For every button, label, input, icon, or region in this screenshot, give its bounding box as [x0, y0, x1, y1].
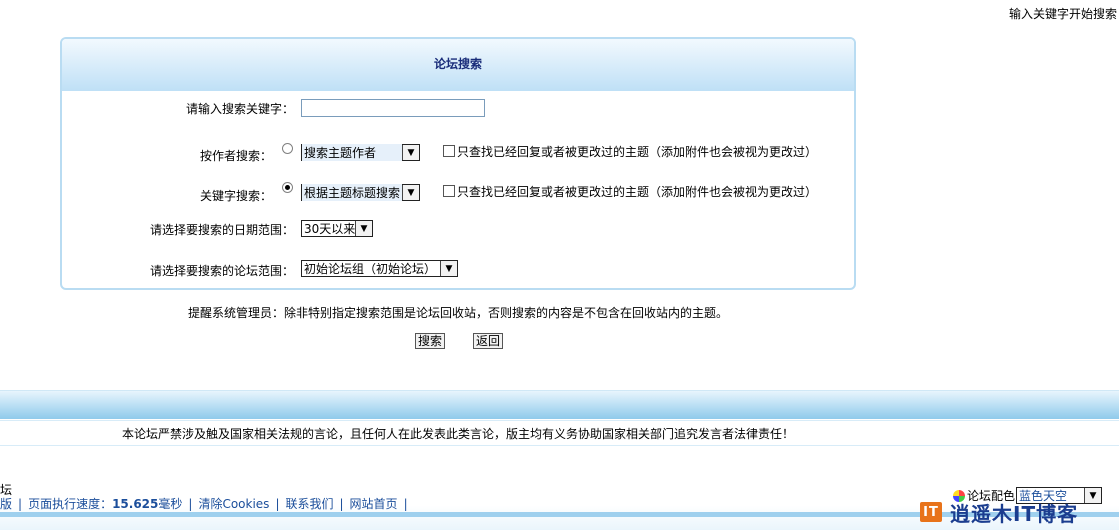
speed-unit: 毫秒 — [158, 497, 183, 511]
speed-value: 15.625 — [112, 497, 159, 511]
footer-bar — [0, 390, 1119, 419]
watermark-text: 逍遥木IT博客 — [950, 501, 1079, 526]
date-select-value: 30天以来 — [304, 222, 355, 236]
legal-notice-text: 本论坛严禁涉及触及国家相关法规的言论，且任何人在此发表此类言论，版主均有义务协助… — [122, 427, 795, 441]
keyword-reply-filter[interactable]: 只查找已经回复或者被更改过的主题（添加附件也会被视为更改过） — [443, 181, 817, 201]
keyword-search-select[interactable]: 根据主题标题搜索 ▼ — [301, 184, 420, 201]
watermark: IT 逍遥木IT博客 — [920, 498, 1119, 526]
keyword-search-label: 关键字搜索： — [199, 189, 272, 203]
speed-prefix: 页面执行速度： — [28, 497, 113, 511]
search-button[interactable]: 搜索 — [415, 333, 446, 349]
watermark-logo: IT — [920, 502, 942, 522]
version-fragment: 版 — [0, 497, 13, 511]
chevron-down-icon: ▼ — [402, 145, 419, 160]
author-search-label: 按作者搜索： — [199, 149, 272, 163]
keyword-select-value: 根据主题标题搜索 — [302, 184, 402, 201]
chevron-down-icon: ▼ — [402, 185, 419, 200]
footer-links: 版 | 页面执行速度：15.625毫秒 | 清除Cookies | 联系我们 | 网站首页 | — [0, 497, 408, 511]
forum-range-select[interactable]: 初始论坛组（初始论坛） ▼ — [301, 260, 458, 277]
contact-link[interactable]: 联系我们 — [285, 497, 333, 511]
author-reply-label: 只查找已经回复或者被更改过的主题（添加附件也会被视为更改过） — [457, 144, 818, 159]
back-button[interactable]: 返回 — [473, 333, 504, 349]
clear-cookies-link[interactable]: 清除Cookies — [198, 497, 269, 511]
author-reply-checkbox[interactable] — [443, 145, 455, 157]
date-range-label: 请选择要搜索的日期范围： — [149, 223, 294, 237]
panel-title: 论坛搜索 — [62, 39, 854, 91]
chevron-down-icon: ▼ — [355, 221, 372, 236]
keyword-input[interactable] — [301, 99, 485, 117]
keyword-label: 请输入搜索关键字： — [185, 102, 294, 116]
home-link[interactable]: 网站首页 — [350, 497, 398, 511]
author-select-value: 搜索主题作者 — [302, 144, 402, 161]
forum-range-label: 请选择要搜索的论坛范围： — [149, 264, 294, 278]
admin-reminder: 提醒系统管理员：除非特别指定搜索范围是论坛回收站，否则搜索的内容是不包含在回收站… — [188, 306, 729, 320]
author-search-select[interactable]: 搜索主题作者 ▼ — [301, 144, 420, 161]
footer-notice: 本论坛严禁涉及触及国家相关法规的言论，且任何人在此发表此类言论，版主均有义务协助… — [0, 420, 1119, 446]
author-search-radio[interactable] — [282, 143, 293, 154]
author-reply-filter[interactable]: 只查找已经回复或者被更改过的主题（添加附件也会被视为更改过） — [443, 141, 817, 161]
date-range-select[interactable]: 30天以来 ▼ — [301, 220, 373, 237]
chevron-down-icon: ▼ — [440, 261, 457, 276]
search-hint-text: 输入关键字开始搜索 — [1008, 7, 1117, 21]
keyword-search-radio[interactable] — [282, 182, 293, 193]
forum-select-value: 初始论坛组（初始论坛） — [304, 262, 437, 276]
keyword-reply-checkbox[interactable] — [443, 185, 455, 197]
keyword-reply-label: 只查找已经回复或者被更改过的主题（添加附件也会被视为更改过） — [457, 184, 818, 199]
